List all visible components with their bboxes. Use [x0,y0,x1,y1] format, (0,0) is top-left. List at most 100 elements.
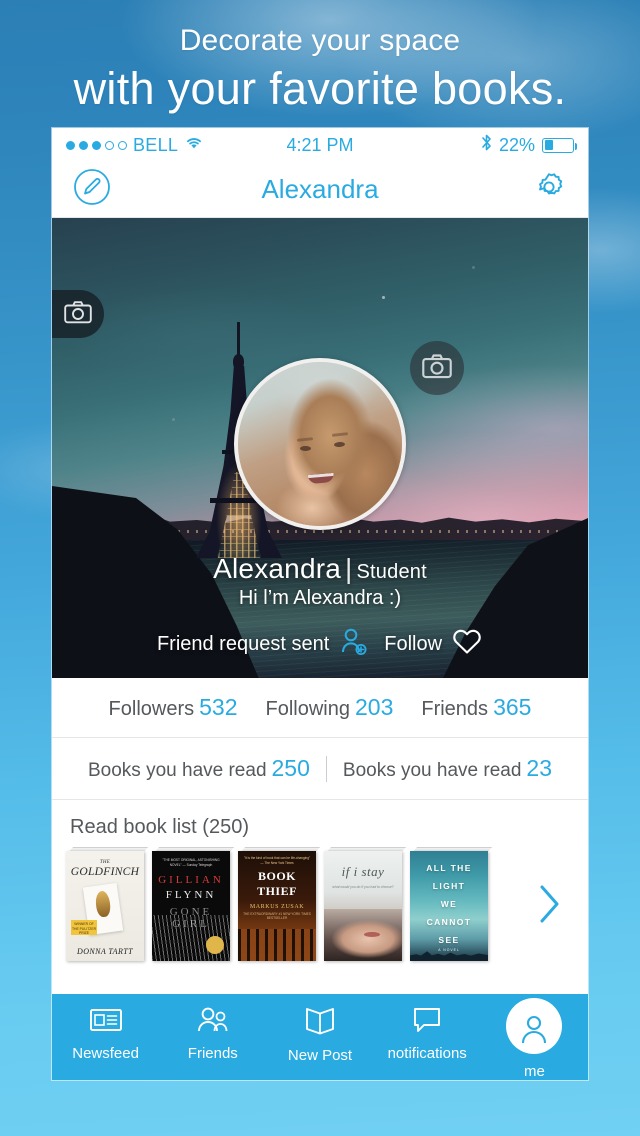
book-author-line-1: GILLIAN [158,874,224,886]
book-cover-gone-girl: "THE MOST ORIGINAL, ASTONISHING NOVEL" —… [152,851,230,961]
status-bar-right: 22% [481,133,577,157]
tab-newsfeed-label: Newsfeed [72,1045,139,1062]
next-books-button[interactable] [534,881,574,932]
promo-line-2: with your favorite books. [73,63,567,114]
book-item[interactable]: if i stay what would you do if you had t… [324,847,407,961]
tab-me-label: me [523,1063,545,1080]
books-read-right[interactable]: Books you have read 23 [327,755,568,782]
book-item[interactable]: THE GOLDFINCH WINNER OF THE PULITZER PRI… [66,847,149,961]
stat-followers-label: Followers [108,698,195,720]
settings-button[interactable] [530,168,568,211]
stat-followers[interactable]: Followers 532 [109,694,238,721]
wifi-icon [184,135,204,155]
book-author-line-2: FLYNN [165,889,217,901]
promo-header: Decorate your space with your favorite b… [0,0,640,115]
stat-following-value: 203 [354,694,394,720]
book-title-line-5: SEE [438,935,460,945]
stat-following[interactable]: Following 203 [266,694,394,721]
book-title: if i stay [341,864,385,879]
profile-role: Student [356,560,427,583]
tab-notifications[interactable]: notifications [374,994,481,1062]
avatar[interactable] [234,358,406,530]
tab-friends-label: Friends [187,1045,238,1062]
book-item[interactable]: "It is the kind of book that can be life… [238,847,321,961]
read-book-list-section: Read book list (250) THE GOLDFINCH WINNE… [52,800,588,971]
book-cover-if-i-stay: if i stay what would you do if you had t… [324,851,402,961]
promo-line-1: Decorate your space [179,24,461,57]
friends-icon [195,1006,231,1039]
books-read-left-label: Books you have read [88,760,267,781]
book-cover-all-the-light: ALL THE LIGHT WE CANNOT SEE A NOVEL [410,851,488,961]
books-read-row: Books you have read 250 Books you have re… [52,738,588,800]
book-top-blurb: "It is the kind of book that can be life… [243,856,311,865]
book-title-line-4: CANNOT [426,917,472,927]
stat-friends[interactable]: Friends 365 [421,694,531,721]
stat-friends-label: Friends [421,698,489,720]
follow-label: Follow [384,632,443,655]
status-bar: BELL 4:21 PM 22% [52,128,588,162]
books-read-right-label: Books you have read [342,760,522,781]
camera-icon [422,353,452,384]
signal-strength-dots [66,140,127,150]
book-title-line-1: ALL THE [426,863,472,873]
stat-followers-value: 532 [199,694,238,720]
stat-following-label: Following [265,698,350,720]
open-book-icon [304,1006,336,1041]
book-item[interactable]: ALL THE LIGHT WE CANNOT SEE A NOVEL [410,847,493,961]
book-cover-book-thief: "It is the kind of book that can be life… [238,851,316,961]
battery-percent-label: 22% [498,134,535,155]
tab-notifications-label: notifications [387,1045,467,1062]
status-bar-left: BELL [66,135,204,156]
book-tag: A NOVEL [438,948,460,952]
tab-me[interactable]: me [481,994,588,1080]
book-item[interactable]: "THE MOST ORIGINAL, ASTONISHING NOVEL" —… [152,847,235,961]
book-cover-goldfinch: THE GOLDFINCH WINNER OF THE PULITZER PRI… [66,851,144,961]
tab-new-post-label: New Post [287,1047,353,1064]
stat-friends-value: 365 [493,694,532,720]
book-author: DONNA TARTT [77,947,133,956]
profile-actions: Friend request sent Follow [52,626,588,662]
book-title-line-1: BOOK [257,869,296,884]
book-title: GOLDFINCH [70,866,140,878]
read-book-list-title: Read book list (250) [70,816,249,838]
stats-row: Followers 532 Following 203 Friends 365 [52,678,588,738]
tab-newsfeed[interactable]: Newsfeed [52,994,159,1062]
books-read-right-value: 23 [526,755,552,781]
profile-info: Alexandra | Student Hi l’m Alexandra :) Fr… [52,553,588,662]
chevron-right-icon [534,881,564,932]
name-separator: | [345,552,353,584]
person-icon [518,1014,550,1049]
change-avatar-button[interactable] [410,341,464,395]
books-read-left[interactable]: Books you have read 250 [72,755,326,782]
book-author: MARKUS ZUSAK [249,904,305,911]
phone-screen: BELL 4:21 PM 22% Alexandra Alexandra | S… [52,128,588,1080]
book-shelf: THE GOLDFINCH WINNER OF THE PULITZER PRI… [52,847,588,961]
edit-profile-button[interactable] [72,167,112,212]
book-title-line-2: LIGHT [432,881,466,891]
friend-request-button[interactable]: Friend request sent [157,626,368,662]
profile-bio: Hi l’m Alexandra :) [238,587,402,609]
book-subtitle: what would you do if you had to choose? [332,885,394,889]
battery-icon [542,137,577,153]
book-badge: WINNER OF THE PULITZER PRIZE [71,920,97,936]
follow-button[interactable]: Follow [384,627,483,662]
tab-friends[interactable]: Friends [159,994,266,1062]
tab-new-post[interactable]: New Post [266,994,373,1064]
heart-icon [451,627,483,662]
change-cover-photo-button[interactable] [52,290,104,338]
book-title-line-2: THIEF [257,884,297,899]
book-subtitle: THE EXTRAORDINARY #1 NEW YORK TIMES BEST… [243,912,311,921]
bottom-tab-bar: Newsfeed Friends New Post notifications … [52,994,588,1080]
nav-bar: Alexandra [52,162,588,218]
book-title-line-3: WE [440,899,458,909]
carrier-label: BELL [133,134,179,155]
page-title: Alexandra [261,174,379,204]
bluetooth-icon [481,133,492,157]
camera-icon [64,300,92,329]
books-read-left-value: 250 [271,755,310,781]
add-person-icon [338,626,368,662]
friend-request-label: Friend request sent [156,632,330,655]
edit-pencil-icon [72,167,112,212]
newsfeed-icon [89,1006,123,1039]
chat-bubble-icon [411,1006,443,1039]
